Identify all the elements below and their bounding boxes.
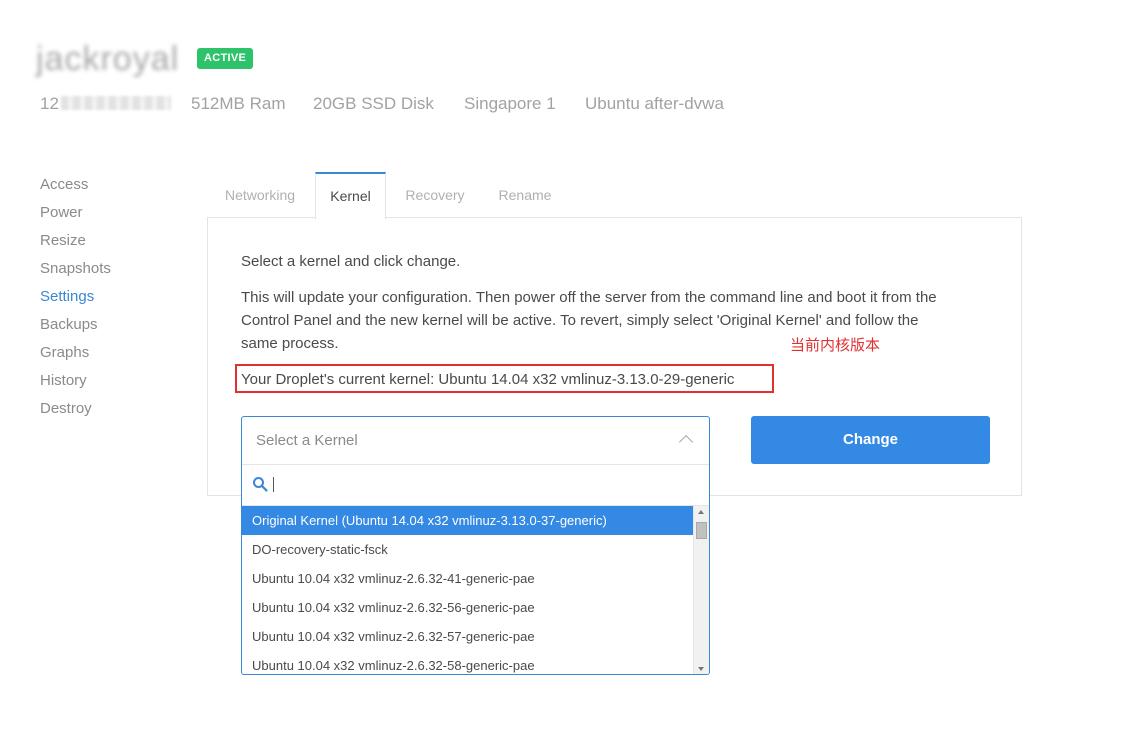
scroll-down-icon[interactable]	[698, 667, 704, 671]
nav-power[interactable]: Power	[40, 204, 83, 221]
kernel-select-header[interactable]: Select a Kernel	[242, 417, 709, 465]
options-scrollbar[interactable]	[693, 506, 709, 674]
kernel-search-input[interactable]	[242, 465, 709, 506]
nav-graphs[interactable]: Graphs	[40, 344, 89, 361]
kernel-option[interactable]: Ubuntu 10.04 x32 vmlinuz-2.6.32-58-gener…	[242, 651, 694, 674]
current-kernel-text: Your Droplet's current kernel: Ubuntu 14…	[241, 371, 735, 388]
kernel-select-placeholder: Select a Kernel	[256, 432, 358, 449]
status-badge: ACTIVE	[197, 48, 254, 69]
search-icon	[253, 477, 268, 492]
tab-recovery[interactable]: Recovery	[396, 172, 474, 218]
kernel-options-list: Original Kernel (Ubuntu 14.04 x32 vmlinu…	[242, 506, 694, 674]
nav-settings[interactable]: Settings	[40, 288, 94, 305]
chevron-up-icon[interactable]	[678, 434, 694, 450]
ip-redacted	[60, 96, 171, 110]
nav-snapshots[interactable]: Snapshots	[40, 260, 111, 277]
kernel-option[interactable]: Original Kernel (Ubuntu 14.04 x32 vmlinu…	[242, 506, 694, 535]
annotation-label: 当前内核版本	[790, 337, 881, 354]
nav-history[interactable]: History	[40, 372, 87, 389]
tab-rename[interactable]: Rename	[488, 172, 562, 218]
kernel-option[interactable]: Ubuntu 10.04 x32 vmlinuz-2.6.32-56-gener…	[242, 593, 694, 622]
droplet-image: Ubuntu after-dvwa	[585, 94, 724, 113]
droplet-name: jackroyal	[36, 40, 180, 78]
nav-backups[interactable]: Backups	[40, 316, 98, 333]
kernel-option[interactable]: Ubuntu 10.04 x32 vmlinuz-2.6.32-41-gener…	[242, 564, 694, 593]
tab-kernel[interactable]: Kernel	[315, 172, 386, 219]
nav-access[interactable]: Access	[40, 176, 88, 193]
description-line: This will update your configuration. The…	[241, 289, 937, 306]
kernel-option[interactable]: DO-recovery-static-fsck	[242, 535, 694, 564]
kernel-option[interactable]: Ubuntu 10.04 x32 vmlinuz-2.6.32-57-gener…	[242, 622, 694, 651]
nav-resize[interactable]: Resize	[40, 232, 86, 249]
kernel-intro: Select a kernel and click change.	[241, 253, 461, 270]
droplet-disk: 20GB SSD Disk	[313, 94, 434, 113]
description-line: Control Panel and the new kernel will be…	[241, 312, 919, 329]
nav-destroy[interactable]: Destroy	[40, 400, 92, 417]
text-caret	[273, 477, 274, 492]
scroll-thumb[interactable]	[696, 522, 707, 539]
change-button[interactable]: Change	[751, 416, 990, 464]
tab-networking[interactable]: Networking	[210, 172, 310, 218]
kernel-select[interactable]: Select a Kernel Original Kernel (Ubuntu …	[241, 416, 710, 675]
droplet-region: Singapore 1	[464, 94, 556, 113]
droplet-ip: 12	[40, 94, 171, 114]
scroll-up-icon[interactable]	[698, 510, 704, 514]
ip-prefix: 12	[40, 94, 59, 113]
droplet-ram: 512MB Ram	[191, 94, 286, 113]
